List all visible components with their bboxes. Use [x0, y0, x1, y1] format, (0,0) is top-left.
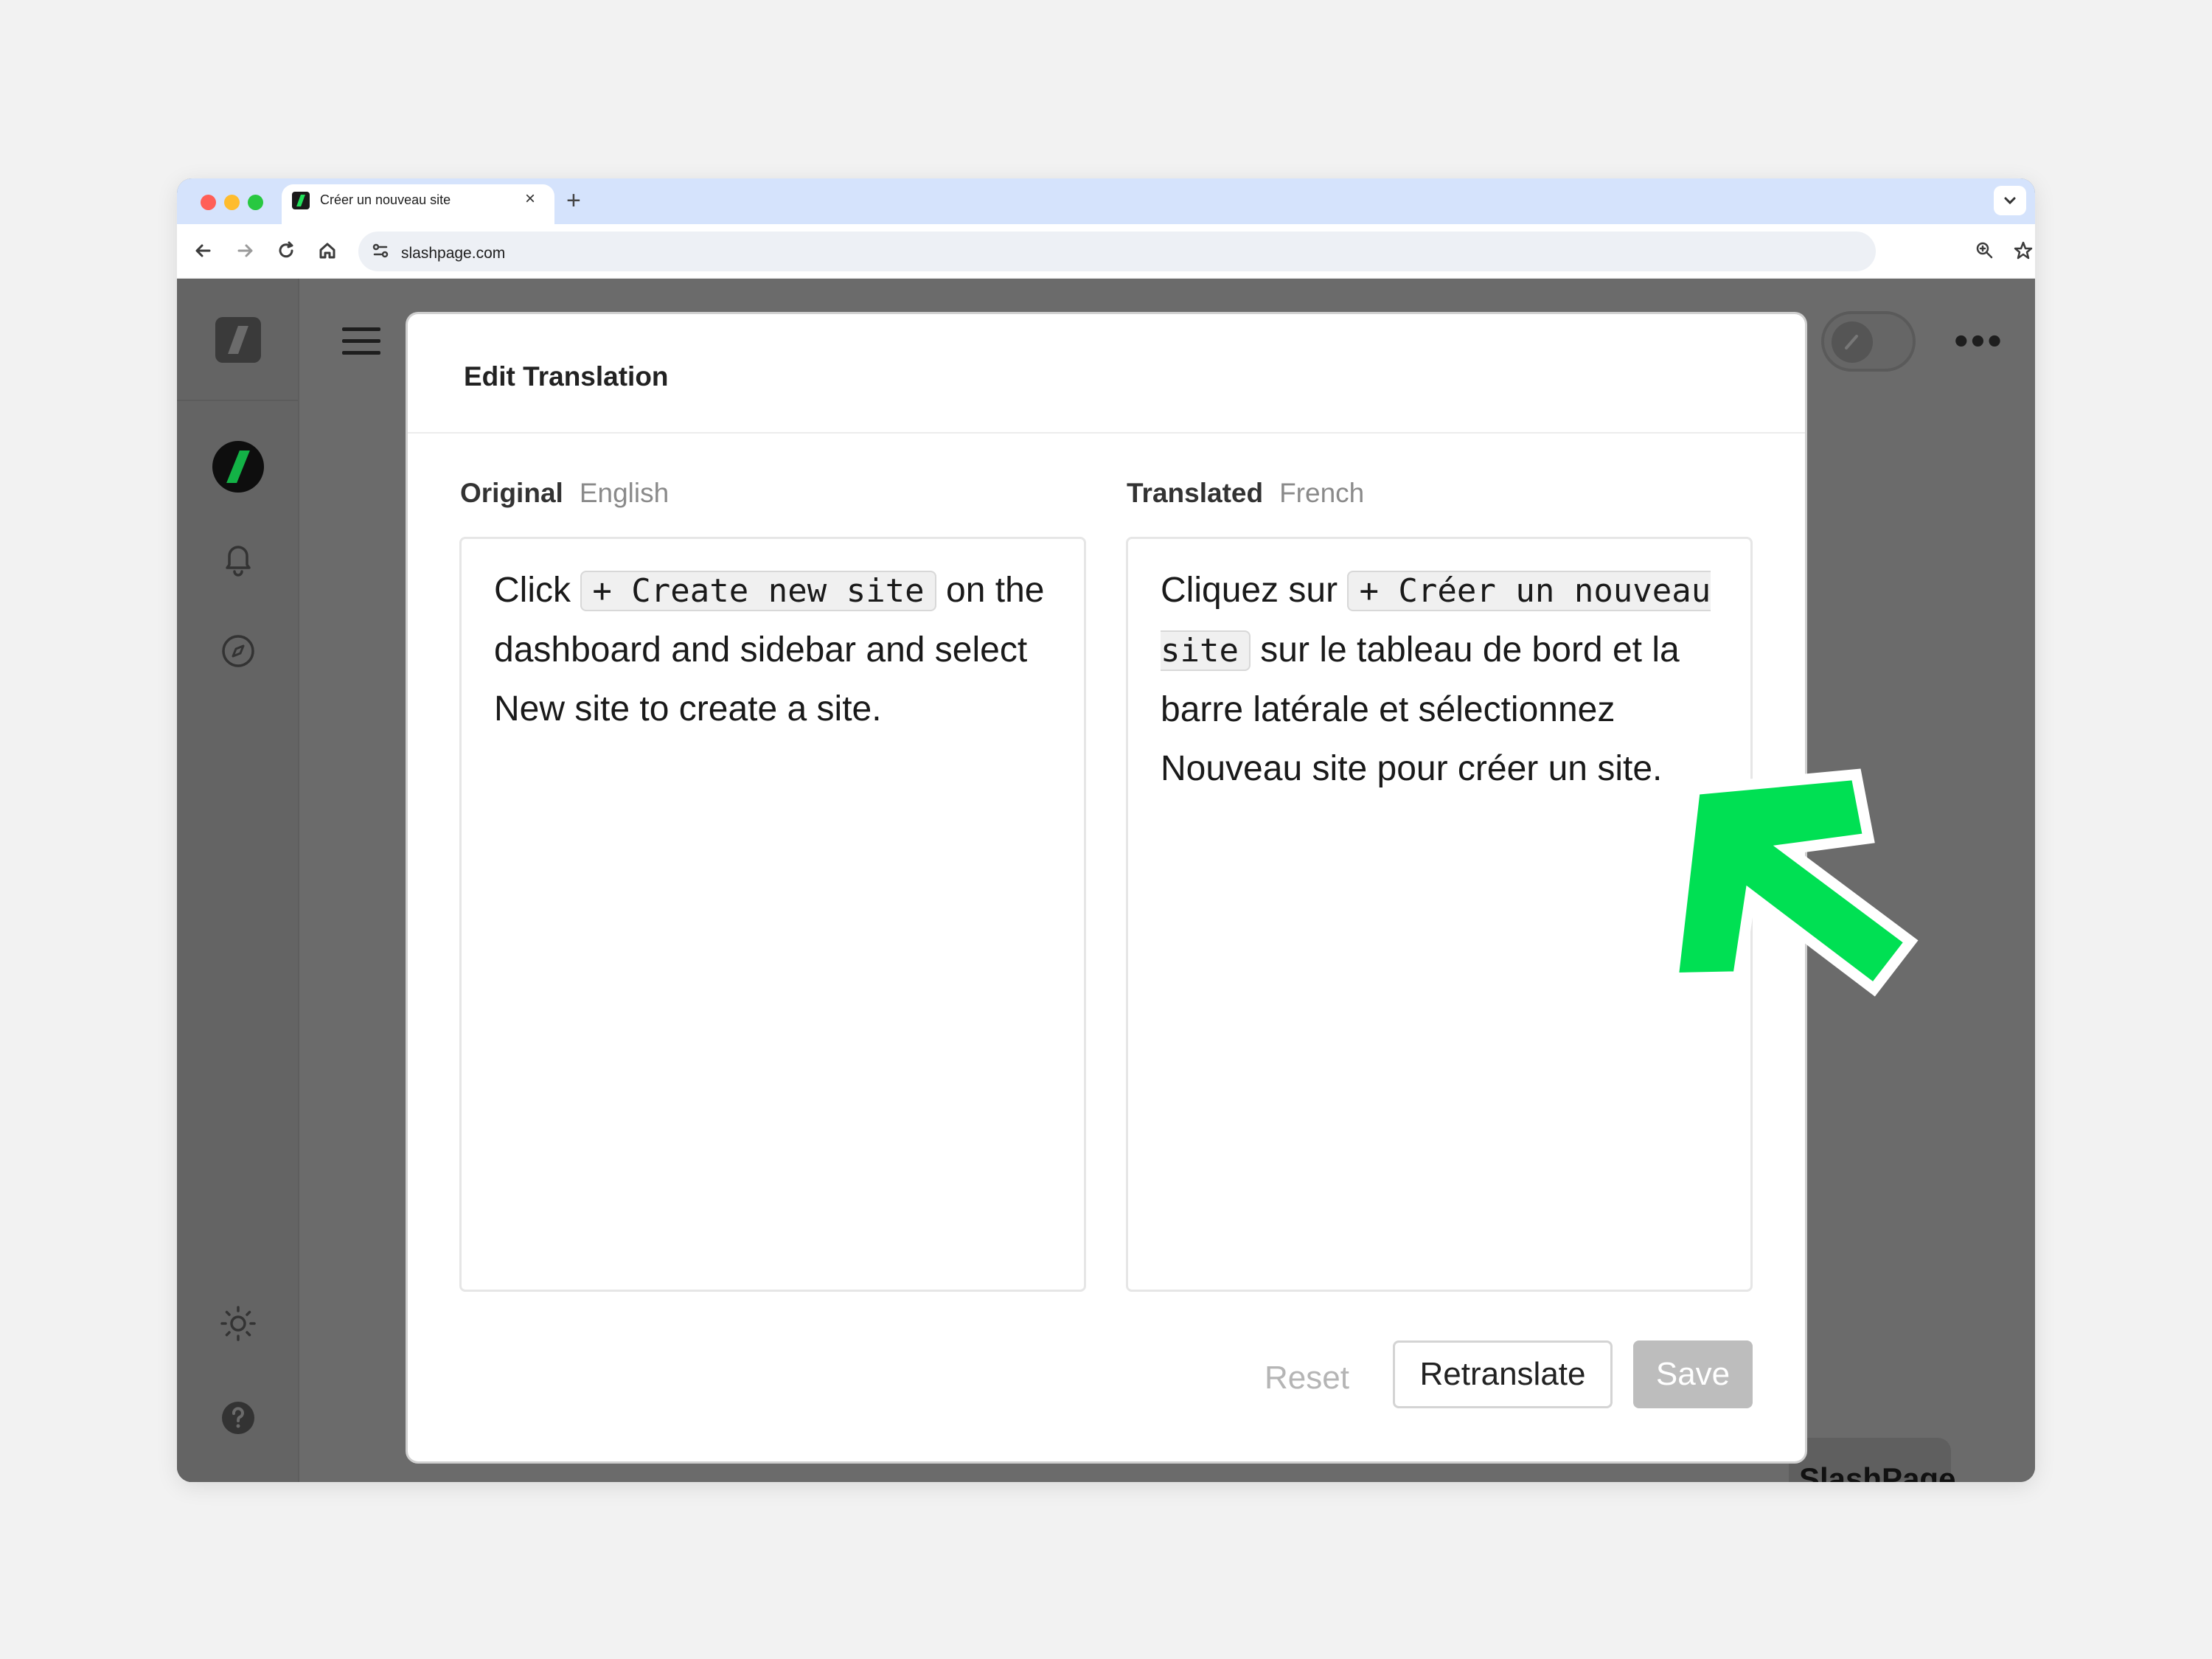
home-icon[interactable]	[314, 237, 341, 264]
original-column-label: Original English	[460, 478, 669, 509]
slashpage-favicon-icon	[292, 192, 310, 209]
reset-button[interactable]: Reset	[1265, 1360, 1349, 1397]
site-settings-icon[interactable]	[367, 237, 394, 264]
pencil-icon	[1832, 321, 1873, 363]
translated-text[interactable]: Cliquez sur + Créer un nouveau site sur …	[1161, 561, 1743, 799]
workspace-avatar[interactable]	[212, 441, 264, 493]
back-icon[interactable]	[190, 237, 217, 264]
reload-icon[interactable]	[273, 237, 299, 264]
more-options-button[interactable]: •••	[1954, 320, 2004, 361]
translated-text-before: Cliquez sur	[1161, 571, 1348, 610]
sidebar-divider	[177, 400, 298, 401]
brand-name: SlashPage	[1799, 1461, 1956, 1482]
save-button[interactable]: Save	[1633, 1340, 1753, 1408]
tab-bar: Créer un nouveau site × +	[177, 178, 2035, 224]
original-text-pane: Click + Create new site on the dashboard…	[459, 537, 1086, 1292]
minimize-window-button[interactable]	[224, 195, 240, 210]
browser-toolbar: slashpage.com	[177, 224, 2035, 279]
tab-search-button[interactable]	[1994, 186, 2026, 215]
sun-icon[interactable]	[215, 1301, 261, 1346]
dialog-header: Edit Translation	[408, 314, 1805, 434]
sidebar	[177, 279, 299, 1482]
maximize-window-button[interactable]	[248, 195, 263, 210]
translated-column-label: Translated French	[1127, 478, 1364, 509]
tab-close-button[interactable]: ×	[525, 189, 535, 209]
address-bar[interactable]	[358, 232, 1876, 271]
bookmark-star-icon[interactable]	[2010, 237, 2035, 264]
url-text: slashpage.com	[401, 245, 506, 262]
translated-text-pane[interactable]: Cliquez sur + Créer un nouveau site sur …	[1126, 537, 1753, 1292]
slashpage-logo-icon[interactable]	[215, 317, 261, 363]
original-text: Click + Create new site on the dashboard…	[494, 561, 1077, 739]
retranslate-button[interactable]: Retranslate	[1393, 1340, 1613, 1408]
chevron-down-icon	[2004, 197, 2016, 205]
original-code-snippet: + Create new site	[580, 571, 936, 611]
compass-icon[interactable]	[215, 628, 261, 674]
forward-icon[interactable]	[232, 237, 258, 264]
hamburger-icon[interactable]	[342, 327, 380, 357]
bell-icon[interactable]	[215, 535, 261, 581]
original-text-before: Click	[494, 571, 581, 610]
translated-label: Translated	[1127, 478, 1264, 508]
close-window-button[interactable]	[201, 195, 216, 210]
edit-translation-dialog: Edit Translation Original English Transla…	[408, 314, 1805, 1461]
original-language: English	[579, 478, 669, 508]
original-label: Original	[460, 478, 563, 508]
annotation-arrow-icon	[1666, 768, 1919, 997]
dialog-title: Edit Translation	[464, 361, 669, 392]
help-icon[interactable]	[215, 1395, 261, 1441]
new-tab-button[interactable]: +	[566, 186, 581, 215]
edit-mode-toggle[interactable]	[1821, 311, 1916, 372]
tab-title: Créer un nouveau site	[320, 192, 451, 207]
translated-language: French	[1279, 478, 1365, 508]
zoom-icon[interactable]	[1972, 237, 1998, 264]
